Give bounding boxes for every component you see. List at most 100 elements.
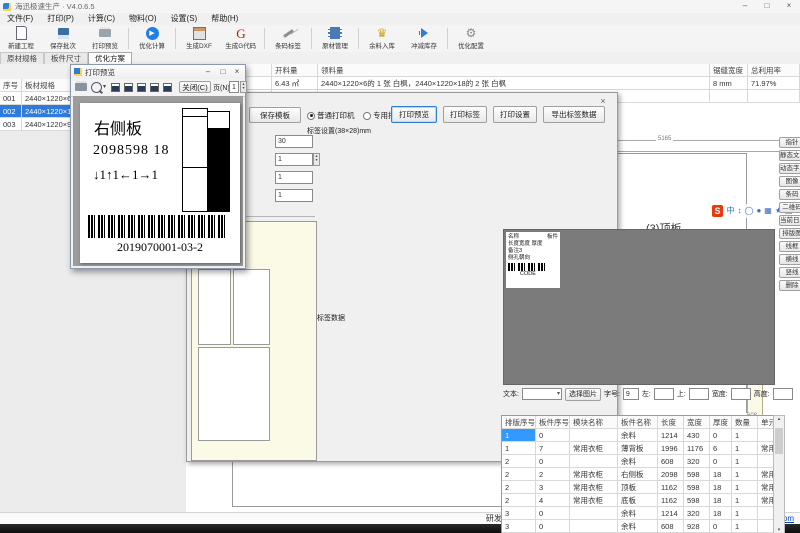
printer-normal-radio[interactable]: 普通打印机 bbox=[307, 110, 355, 121]
table-row[interactable]: 17常用衣柜薄背板1996117661常用衣柜否 bbox=[502, 442, 775, 455]
zoom-icon[interactable] bbox=[91, 82, 102, 93]
label-design-canvas[interactable]: 名称 板件 长度宽度 厚度 备注3 侧孔朝向 CODE bbox=[503, 229, 775, 385]
preview-close-window-button[interactable]: 关闭(C) bbox=[179, 81, 211, 93]
preview-close-button[interactable]: × bbox=[230, 66, 244, 78]
tab-原材规格[interactable]: 原材规格 bbox=[0, 52, 44, 64]
page-number-field[interactable]: 1 bbox=[229, 81, 239, 93]
preview-minimize-button[interactable]: – bbox=[201, 66, 215, 78]
side-field-4[interactable]: 1 bbox=[275, 189, 313, 202]
tool-button-静态文本[interactable]: 静态文本 bbox=[779, 150, 800, 161]
menu-item-2[interactable]: 计算(C) bbox=[81, 13, 122, 25]
menu-item-1[interactable]: 打印(P) bbox=[40, 13, 81, 25]
summary-cell: 开料量 bbox=[272, 64, 318, 77]
table-row[interactable]: 23常用衣柜顶板1162598181常用衣柜否 bbox=[502, 481, 775, 494]
tool-button-排版图[interactable]: 排版图 bbox=[779, 228, 800, 239]
table-row[interactable]: 24常用衣柜底板1162598181常用衣柜否 bbox=[502, 494, 775, 507]
page-mode-button-4[interactable] bbox=[150, 83, 159, 92]
left-field[interactable] bbox=[654, 388, 674, 400]
save-template-button[interactable]: 保存模板 bbox=[249, 107, 301, 123]
label-table-cell: 608 bbox=[658, 455, 684, 468]
page-mode-button-5[interactable] bbox=[163, 83, 172, 92]
dialog-close-icon[interactable]: × bbox=[597, 96, 609, 106]
height-field[interactable] bbox=[773, 388, 793, 400]
table-row[interactable]: 20余料60832001否 bbox=[502, 455, 775, 468]
tool-button-二维码[interactable]: 二维码 bbox=[779, 202, 800, 213]
table-row[interactable]: 22常用衣柜右侧板2098598181常用衣柜否 bbox=[502, 468, 775, 481]
print-icon[interactable] bbox=[75, 83, 87, 91]
ime-icon-2[interactable]: ◯ bbox=[745, 205, 754, 217]
template-barcode[interactable] bbox=[508, 263, 548, 271]
minimize-button[interactable]: – bbox=[734, 0, 756, 13]
toolbar-button-优化配置[interactable]: ⚙优化配置 bbox=[450, 25, 492, 52]
label-table-cell: 18 bbox=[710, 494, 732, 507]
label-dimensions: 2098598 18 bbox=[93, 143, 170, 159]
page-mode-button-2[interactable] bbox=[124, 83, 133, 92]
table-row[interactable]: 30余料60892801否 bbox=[502, 520, 775, 533]
menu-item-4[interactable]: 设置(S) bbox=[164, 13, 205, 25]
menu-item-5[interactable]: 帮助(H) bbox=[204, 13, 245, 25]
tool-button-条码[interactable]: 条码 bbox=[779, 189, 800, 200]
toolbar-separator bbox=[175, 28, 176, 49]
text-dropdown[interactable]: ▾ bbox=[522, 388, 562, 400]
label-table-cell: 常用衣柜 bbox=[570, 442, 618, 455]
toolbar-button-条码标签[interactable]: 条码标签 bbox=[267, 25, 309, 52]
tool-button-动态字段[interactable]: 动态字段 bbox=[779, 163, 800, 174]
side-field-2-spinner[interactable]: ▴▾ bbox=[313, 153, 320, 166]
toolbar-button-余料入库[interactable]: ♛余料入库 bbox=[361, 25, 403, 52]
chevron-down-icon[interactable]: ▾ bbox=[103, 83, 106, 90]
template-name-field[interactable]: 名称 bbox=[508, 234, 519, 241]
template-part-field[interactable]: 板件 bbox=[547, 234, 558, 241]
close-button[interactable]: × bbox=[778, 0, 800, 13]
tool-button-图像[interactable]: 图像 bbox=[779, 176, 800, 187]
template-note-field[interactable]: 备注3 bbox=[508, 248, 558, 255]
width-field[interactable] bbox=[731, 388, 751, 400]
side-field-1[interactable]: 30 bbox=[275, 135, 313, 148]
tab-优化方案[interactable]: 优化方案 bbox=[88, 52, 132, 64]
print-label-button[interactable]: 打印标签 bbox=[443, 106, 487, 123]
tab-板件尺寸[interactable]: 板件尺寸 bbox=[44, 52, 88, 64]
table-vertical-scrollbar[interactable]: ▴▾ bbox=[773, 415, 785, 533]
toolbar-button-生成DXF[interactable]: 生成DXF bbox=[178, 25, 220, 52]
toolbar-button-保存批次[interactable]: 保存批次 bbox=[42, 25, 84, 52]
ime-icon-1[interactable]: ↕ bbox=[738, 205, 742, 217]
scroll-thumb[interactable] bbox=[775, 428, 783, 454]
maximize-button[interactable]: □ bbox=[756, 0, 778, 13]
table-row[interactable]: 30余料1214320181否 bbox=[502, 507, 775, 520]
ime-icon-4[interactable]: ▦ bbox=[764, 205, 772, 217]
label-template[interactable]: 名称 板件 长度宽度 厚度 备注3 侧孔朝向 CODE bbox=[506, 232, 560, 288]
tool-button-删除[interactable]: 删除 bbox=[779, 280, 800, 291]
toolbar-button-生成G代码[interactable]: G生成G代码 bbox=[220, 25, 262, 52]
print-settings-button[interactable]: 打印设置 bbox=[493, 106, 537, 123]
tool-button-横线[interactable]: 横线 bbox=[779, 254, 800, 265]
page-mode-button-1[interactable] bbox=[111, 83, 120, 92]
tool-button-线框[interactable]: 线框 bbox=[779, 241, 800, 252]
toolbar-button-优化计算[interactable]: ▶优化计算 bbox=[131, 25, 173, 52]
template-dims-field[interactable]: 长度宽度 厚度 bbox=[508, 241, 558, 248]
tool-button-指针[interactable]: 指针 bbox=[779, 137, 800, 148]
ime-logo-icon[interactable]: S bbox=[712, 205, 723, 217]
tool-button-当前日期[interactable]: 当前日期 bbox=[779, 215, 800, 226]
ime-icon-3[interactable]: ● bbox=[756, 205, 761, 217]
toolbar-button-打印预览[interactable]: 打印预览 bbox=[84, 25, 126, 52]
tool-button-竖线[interactable]: 竖线 bbox=[779, 267, 800, 278]
font-size-field[interactable]: 9 bbox=[623, 388, 639, 400]
export-label-data-button[interactable]: 导出标签数据 bbox=[543, 106, 605, 123]
print-preview-button[interactable]: 打印预览 bbox=[391, 106, 437, 123]
pick-image-button[interactable]: 选择图片 bbox=[565, 388, 601, 401]
top-field[interactable] bbox=[689, 388, 709, 400]
summary-cell bbox=[748, 90, 800, 103]
side-field-2[interactable]: 1 bbox=[275, 153, 313, 166]
template-code-field[interactable]: CODE bbox=[508, 271, 548, 278]
menu-item-3[interactable]: 物料(O) bbox=[122, 13, 164, 25]
page-mode-button-3[interactable] bbox=[137, 83, 146, 92]
preview-maximize-button[interactable]: □ bbox=[216, 66, 230, 78]
menu-item-0[interactable]: 文件(F) bbox=[0, 13, 40, 25]
side-field-3[interactable]: 1 bbox=[275, 171, 313, 184]
table-row[interactable]: 10余料121443001否 bbox=[502, 429, 775, 442]
template-hole-field[interactable]: 侧孔朝向 bbox=[508, 255, 558, 262]
page-number-spinner[interactable]: ▴▾ bbox=[240, 81, 247, 93]
toolbar-button-冲减库存[interactable]: 冲减库存 bbox=[403, 25, 445, 52]
toolbar-button-新建工程[interactable]: 新建工程 bbox=[0, 25, 42, 52]
toolbar-button-原材管理[interactable]: 原材管理 bbox=[314, 25, 356, 52]
ime-icon-0[interactable]: 中 bbox=[727, 205, 735, 217]
